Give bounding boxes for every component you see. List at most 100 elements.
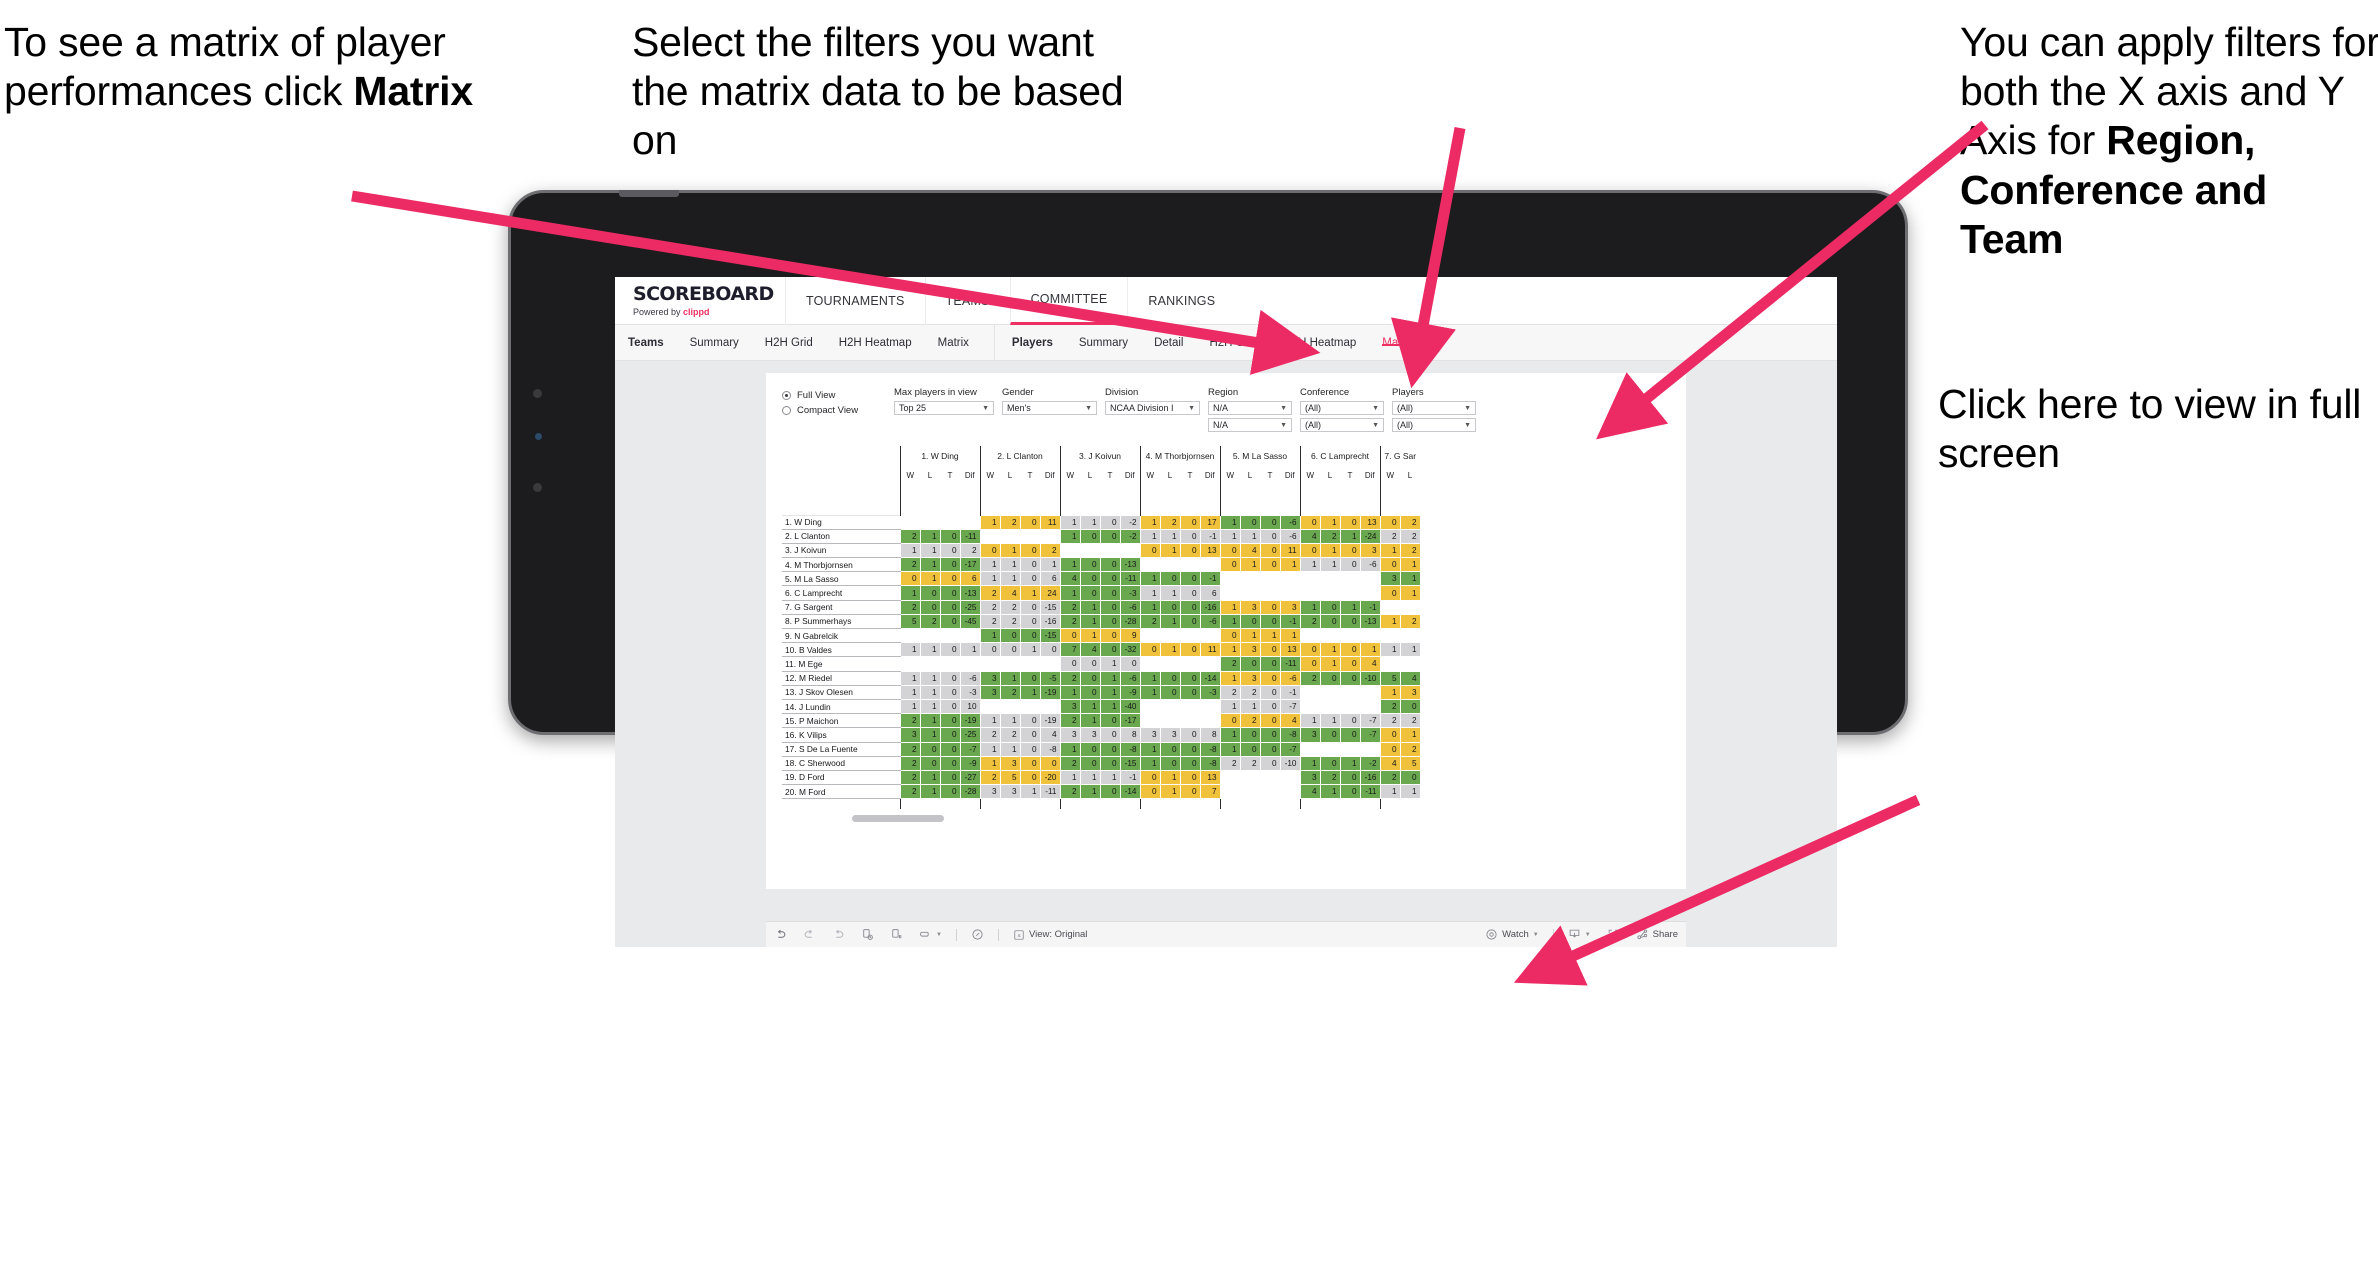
matrix-cell[interactable]: 1 (1239, 627, 1261, 644)
matrix-cell[interactable]: 0 (919, 599, 941, 615)
matrix-cell[interactable]: 0 (1079, 670, 1101, 686)
matrix-cell[interactable]: 5 (1379, 670, 1401, 686)
matrix-cell[interactable]: 1 (1159, 528, 1181, 544)
matrix-cell[interactable]: 2 (1039, 542, 1061, 559)
matrix-cell[interactable] (1279, 769, 1301, 786)
matrix-cell[interactable]: 0 (1259, 741, 1281, 757)
matrix-cell[interactable]: -3 (1199, 684, 1221, 700)
matrix-cell[interactable]: 0 (1379, 741, 1401, 757)
matrix-cell[interactable]: 9 (1119, 627, 1141, 644)
matrix-cell[interactable]: 2 (899, 599, 921, 615)
matrix-cell[interactable]: 0 (1019, 514, 1041, 530)
brand-logo[interactable]: SCOREBOARD Powered by clippd (615, 284, 785, 317)
matrix-cell[interactable]: 0 (1259, 684, 1281, 700)
matrix-cell[interactable]: 1 (1059, 585, 1081, 601)
matrix-cell[interactable] (1359, 684, 1381, 700)
matrix-cell[interactable]: -6 (1359, 557, 1381, 573)
redo-button[interactable] (795, 928, 824, 941)
matrix-row[interactable]: 4. M Thorbjornsen 2 1 0 -17 1 1 0 1 1 0 0 -13 0 1 0 1 1 1 0… (782, 557, 1421, 573)
matrix-cell[interactable]: -7 (959, 741, 981, 757)
matrix-cell[interactable]: 0 (939, 557, 961, 573)
subnav-players-matrix[interactable]: Matrix (1369, 337, 1426, 349)
matrix-cell[interactable]: 0 (1259, 670, 1281, 686)
matrix-cell[interactable]: -13 (959, 585, 981, 601)
matrix-cell[interactable]: 0 (1179, 571, 1201, 587)
matrix-cell[interactable]: -20 (1039, 769, 1061, 786)
nav-item-tournaments[interactable]: TOURNAMENTS (785, 277, 925, 325)
matrix-cell[interactable] (1039, 656, 1061, 672)
matrix-cell[interactable]: 1 (1079, 713, 1101, 729)
matrix-cell[interactable] (1239, 784, 1261, 800)
matrix-cell[interactable]: 1 (919, 769, 941, 786)
matrix-cell[interactable]: 1 (999, 542, 1021, 559)
matrix-cell[interactable]: 0 (1099, 557, 1121, 573)
matrix-cell[interactable]: 0 (1179, 670, 1201, 686)
matrix-cell[interactable]: -28 (959, 784, 981, 800)
matrix-cell[interactable]: 0 (1219, 627, 1241, 644)
matrix-cell[interactable]: 0 (1099, 741, 1121, 757)
matrix-row[interactable]: 12. M Riedel 1 1 0 -6 3 1 0 -5 2 0 1 -6 1 0 0 -14 1 3 0 -6 2 0… (782, 670, 1421, 686)
matrix-cell[interactable]: 0 (1159, 599, 1181, 615)
matrix-cell[interactable]: -15 (1039, 599, 1061, 615)
matrix-cell[interactable]: -8 (1199, 755, 1221, 771)
matrix-cell[interactable]: 1 (1219, 528, 1241, 544)
matrix-cell[interactable]: 5 (899, 613, 921, 630)
matrix-cell[interactable]: -2 (1119, 528, 1141, 544)
matrix-cell[interactable]: 0 (939, 741, 961, 757)
matrix-cell[interactable]: 2 (1239, 755, 1261, 771)
matrix-cell[interactable]: 2 (1399, 613, 1421, 630)
matrix-cell[interactable]: 3 (899, 727, 921, 743)
matrix-cell[interactable]: 0 (919, 585, 941, 601)
matrix-cell[interactable]: -6 (1119, 599, 1141, 615)
matrix-cell[interactable]: -2 (1359, 755, 1381, 771)
matrix-cell[interactable]: 0 (899, 571, 921, 587)
matrix-cell[interactable]: -8 (1039, 741, 1061, 757)
matrix-cell[interactable]: 6 (1199, 585, 1221, 601)
matrix-cell[interactable] (1159, 713, 1181, 729)
matrix-cell[interactable]: 1 (1339, 528, 1361, 544)
matrix-cell[interactable]: 2 (1379, 528, 1401, 544)
matrix-cell[interactable] (1399, 599, 1421, 615)
nav-item-teams[interactable]: TEAMS (924, 277, 1010, 325)
matrix-cell[interactable]: 0 (1379, 585, 1401, 601)
subnav-players-h2h-heatmap[interactable]: H2H Heatmap (1270, 337, 1369, 349)
download-button[interactable]: ▼ (1560, 928, 1599, 941)
matrix-cell[interactable]: 0 (1339, 784, 1361, 800)
matrix-cell[interactable]: 4 (1399, 670, 1421, 686)
matrix-cell[interactable]: -40 (1119, 698, 1141, 715)
matrix-cell[interactable]: 2 (1059, 784, 1081, 800)
matrix-cell[interactable]: 1 (1019, 585, 1041, 601)
matrix-cell[interactable]: 24 (1039, 585, 1061, 601)
matrix-cell[interactable]: 1 (1219, 642, 1241, 658)
matrix-cell[interactable]: 0 (1059, 656, 1081, 672)
matrix-cell[interactable]: 1 (1379, 784, 1401, 800)
matrix-cell[interactable] (1319, 698, 1341, 715)
matrix-cell[interactable]: 1 (919, 713, 941, 729)
matrix-cell[interactable]: 1 (1099, 670, 1121, 686)
matrix-cell[interactable]: 0 (1339, 727, 1361, 743)
matrix-cell[interactable] (1239, 585, 1261, 601)
matrix-cell[interactable]: -9 (1119, 684, 1141, 700)
matrix-cell[interactable]: 0 (939, 670, 961, 686)
matrix-cell[interactable]: 1 (1259, 627, 1281, 644)
matrix-cell[interactable]: -8 (1279, 727, 1301, 743)
matrix-cell[interactable]: 1 (1059, 514, 1081, 530)
matrix-cell[interactable]: 1 (1079, 784, 1101, 800)
matrix-cell[interactable]: 0 (1179, 542, 1201, 559)
matrix-cell[interactable]: 0 (1179, 585, 1201, 601)
matrix-cell[interactable]: -7 (1279, 698, 1301, 715)
matrix-cell[interactable] (939, 656, 961, 672)
matrix-cell[interactable]: 0 (999, 642, 1021, 658)
matrix-cell[interactable] (1379, 627, 1401, 644)
matrix-row[interactable]: 2. L Clanton 2 1 0 -11 1 0 0 -2 1 1 0 -1 1 1 0 -6 4 2 1 -24 2… (782, 528, 1421, 544)
matrix-cell[interactable]: -1 (1119, 769, 1141, 786)
subnav-players-detail[interactable]: Detail (1141, 337, 1196, 349)
matrix-cell[interactable]: -32 (1119, 642, 1141, 658)
matrix-cell[interactable] (1339, 571, 1361, 587)
matrix-cell[interactable]: 1 (1399, 642, 1421, 658)
matrix-cell[interactable]: 2 (1379, 713, 1401, 729)
matrix-cell[interactable]: 1 (1039, 557, 1061, 573)
matrix-cell[interactable]: 1 (1019, 784, 1041, 800)
matrix-cell[interactable]: 0 (1319, 599, 1341, 615)
matrix-cell[interactable]: 5 (999, 769, 1021, 786)
